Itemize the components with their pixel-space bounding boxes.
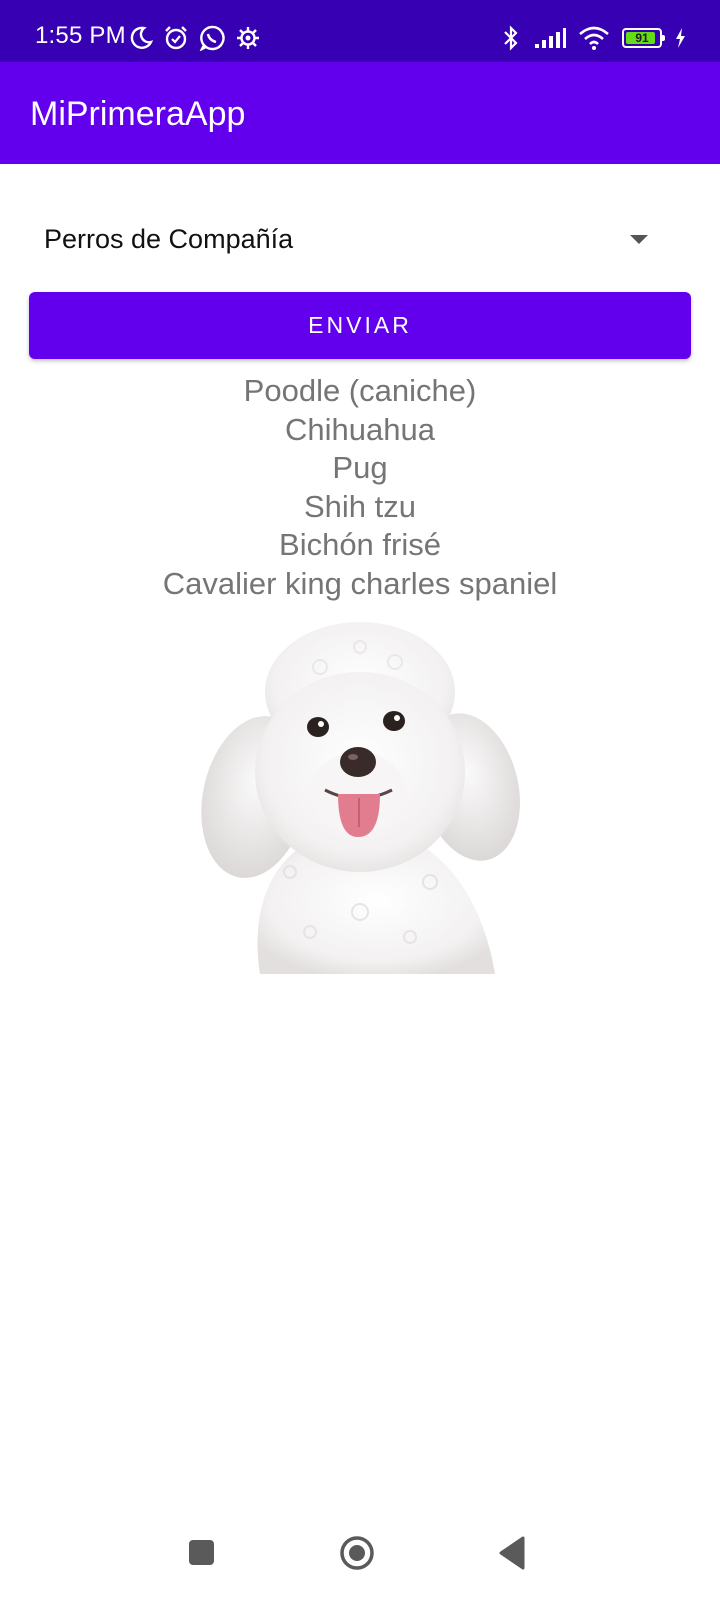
app-bar: MiPrimeraApp <box>0 62 720 164</box>
breed-list: Poodle (caniche) Chihuahua Pug Shih tzu Bich… <box>0 372 720 603</box>
breed-list-item: Pug <box>332 450 388 485</box>
breed-list-item: Bichón frisé <box>279 527 441 562</box>
battery-icon: 91 <box>622 28 665 48</box>
moon-icon <box>129 26 153 50</box>
breed-list-item: Shih tzu <box>303 488 416 524</box>
status-bar: 1:55 PM 91 <box>0 0 720 62</box>
charging-icon <box>674 27 686 49</box>
status-notification-icons <box>129 24 261 52</box>
wifi-icon <box>578 26 610 50</box>
signal-icon <box>534 27 566 49</box>
app-title: MiPrimeraApp <box>30 95 246 133</box>
breed-list-item: Cavalier king charles spaniel <box>162 565 558 601</box>
spinner-selected-value: Perros de Compañía <box>44 224 294 254</box>
back-icon[interactable] <box>497 1536 527 1570</box>
category-spinner[interactable]: Perros de Compañía <box>30 212 690 268</box>
alarm-icon <box>163 25 189 51</box>
status-time: 1:55 PM <box>35 22 126 49</box>
navigation-bar <box>0 1510 720 1600</box>
status-system-icons: 91 <box>500 24 686 52</box>
dog-image <box>200 622 525 974</box>
breed-list-item: Chihuahua <box>285 411 435 447</box>
recents-icon[interactable] <box>189 1540 214 1565</box>
dropdown-arrow-icon <box>630 235 648 244</box>
home-icon[interactable] <box>339 1535 375 1571</box>
send-button[interactable]: ENVIAR <box>29 292 691 359</box>
breed-list-item: Poodle (caniche) <box>243 373 477 408</box>
whatsapp-icon <box>199 25 225 51</box>
settings-icon <box>235 25 261 51</box>
battery-level: 91 <box>635 31 649 45</box>
bluetooth-icon <box>500 24 522 52</box>
